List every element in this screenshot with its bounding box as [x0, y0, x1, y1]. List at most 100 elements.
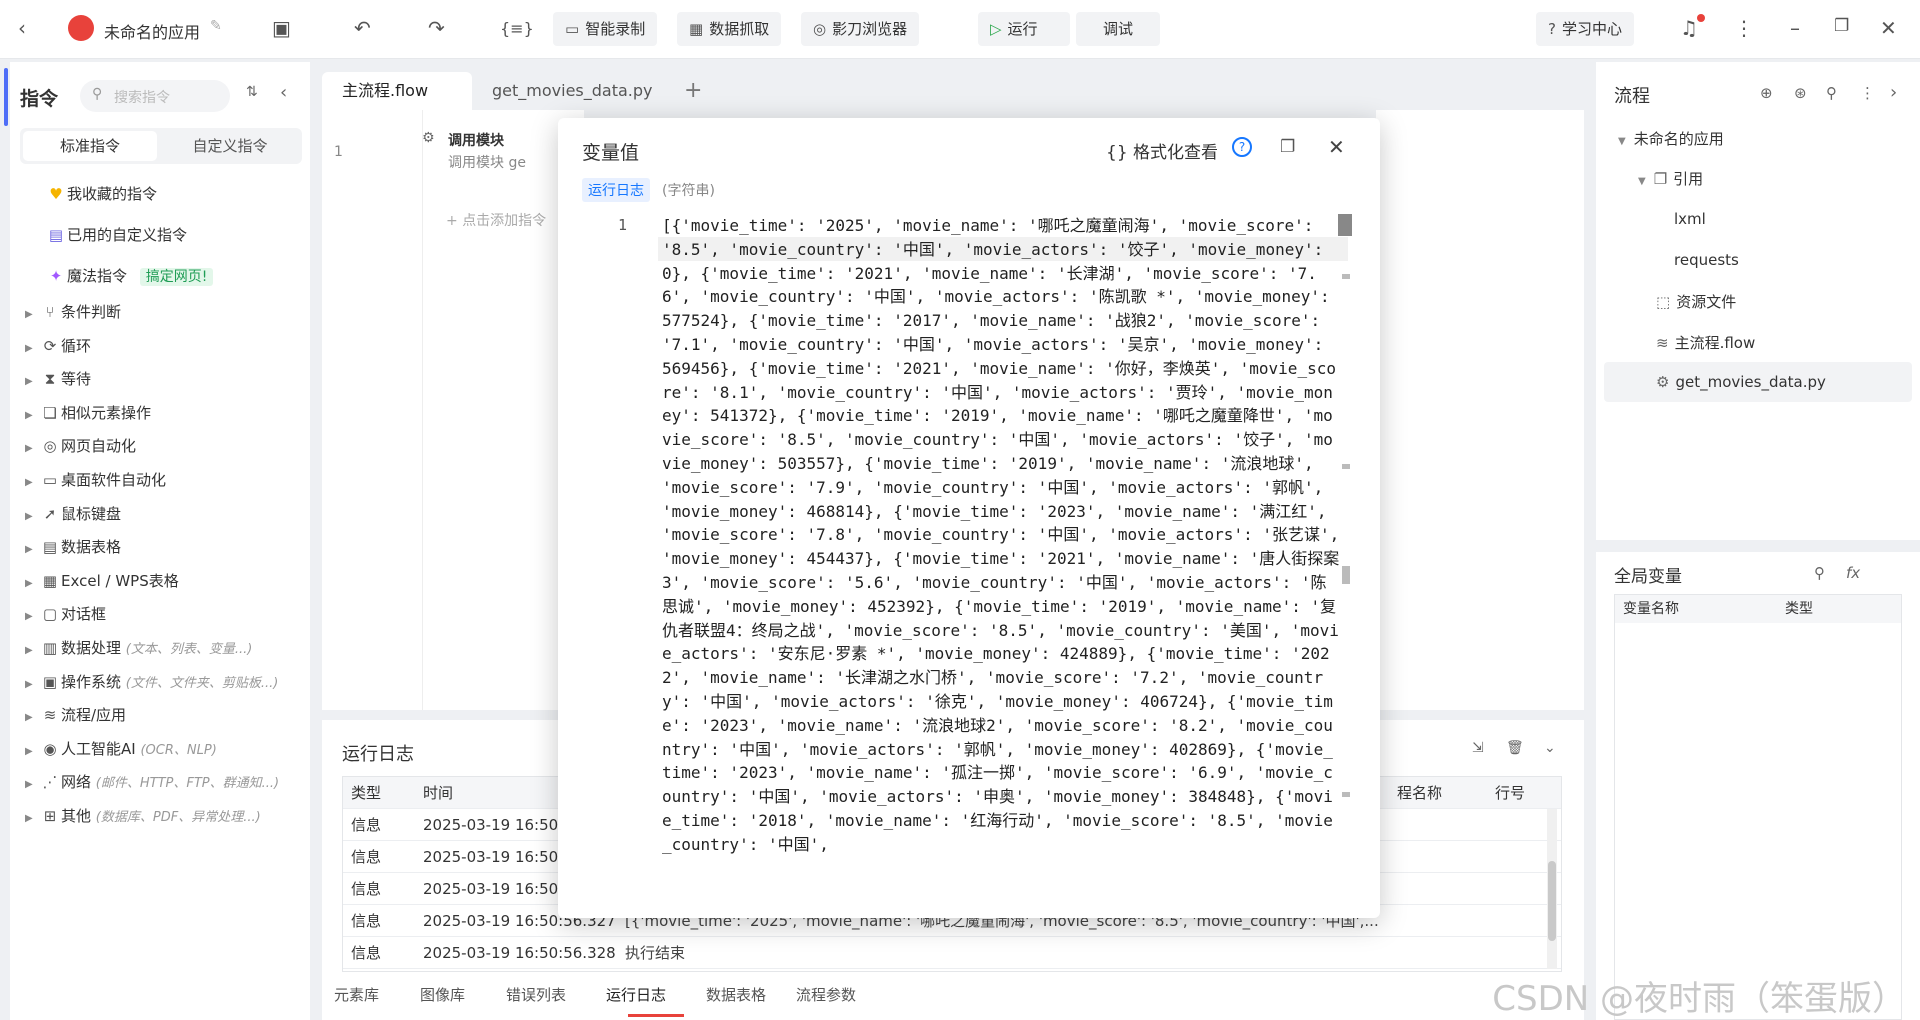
- minimize-icon[interactable]: –: [1790, 16, 1800, 40]
- add-module-icon[interactable]: ⊛: [1794, 84, 1807, 102]
- tab-py[interactable]: get_movies_data.py: [472, 72, 673, 110]
- tree-item[interactable]: ▶ ⋰ 网络 (邮件、HTTP、FTP、群通知...): [25, 770, 279, 794]
- format-view-button[interactable]: {} 格式化查看: [1106, 138, 1218, 163]
- function-icon[interactable]: fx: [1846, 564, 1860, 582]
- global-vars-title: 全局变量: [1614, 567, 1682, 587]
- add-tab-icon[interactable]: +: [684, 78, 702, 103]
- record-icon: ▭: [565, 20, 580, 38]
- bottom-tab[interactable]: 元素库: [334, 984, 379, 1005]
- line-number: 1: [334, 144, 343, 160]
- trash-icon[interactable]: 🗑: [1506, 740, 1524, 756]
- log-row[interactable]: 信息 2025-03-19 16:50:56.328 执行结束: [343, 937, 1561, 969]
- help-icon[interactable]: ?: [1232, 137, 1252, 157]
- magic-item[interactable]: ✦ 魔法指令 搞定网页!: [45, 264, 214, 288]
- data-capture-button[interactable]: ▦ 数据抓取: [677, 12, 782, 46]
- variable-value-dialog: 变量值 {} 格式化查看 ? ❐ ✕ 运行日志 (字符串) 1 [{'movie…: [558, 118, 1380, 918]
- tree-item[interactable]: ▶ ◉ 人工智能AI (OCR、NLP): [25, 737, 217, 761]
- watermark: CSDN @夜时雨（笨蛋版）: [1492, 979, 1906, 1019]
- tree-requests[interactable]: requests: [1674, 251, 1739, 269]
- tree-item[interactable]: ▶ ➚ 鼠标键盘: [25, 502, 121, 526]
- used-custom-item[interactable]: ▤ 已用的自定义指令: [45, 223, 187, 247]
- search-icon[interactable]: ⚲: [1826, 84, 1837, 102]
- debug-button[interactable]: 调试: [1076, 12, 1160, 46]
- tree-lxml[interactable]: lxml: [1674, 210, 1706, 228]
- chevron-right-icon: ▶: [25, 443, 33, 455]
- bottom-tab[interactable]: 图像库: [420, 984, 465, 1005]
- bottom-tab[interactable]: 错误列表: [506, 984, 566, 1005]
- tree-item[interactable]: ▶ ▦ Excel / WPS表格: [25, 569, 179, 593]
- smart-record-button[interactable]: ▭ 智能录制: [553, 12, 658, 46]
- close-window-icon[interactable]: ✕: [1880, 16, 1897, 40]
- similar-icon: ❏: [43, 403, 57, 422]
- learn-center-button[interactable]: ? 学习中心: [1536, 12, 1634, 46]
- bottom-tab[interactable]: 数据表格: [706, 984, 766, 1005]
- code-line-number: 1: [618, 216, 628, 234]
- tree-item[interactable]: ▶ ▤ 数据表格: [25, 535, 121, 559]
- collapse-icon[interactable]: ‹: [280, 82, 287, 103]
- tree-item[interactable]: ▶ ⑂ 条件判断: [25, 300, 121, 324]
- variable-value-text[interactable]: [{'movie_time': '2025', 'movie_name': '哪…: [662, 214, 1342, 857]
- tree-item[interactable]: ▶ ❏ 相似元素操作: [25, 401, 151, 425]
- tab-custom[interactable]: 自定义指令: [161, 131, 299, 161]
- chevron-right-icon: ▶: [25, 712, 33, 724]
- dialog-scrollbar[interactable]: [1338, 214, 1352, 797]
- tree-item[interactable]: ▶ ⧗ 等待: [25, 367, 91, 391]
- tree-item[interactable]: ▶ ▥ 数据处理 (文本、列表、变量...): [25, 636, 252, 660]
- log-scrollbar[interactable]: [1547, 809, 1557, 969]
- tree-app[interactable]: ▼ 未命名的应用: [1618, 128, 1724, 149]
- chevron-right-icon: ▶: [25, 577, 33, 589]
- tree-main-flow[interactable]: ≋ 主流程.flow: [1656, 332, 1755, 353]
- cursor-icon: ➚: [43, 504, 57, 523]
- sort-icon[interactable]: ⇅: [246, 84, 258, 100]
- help-icon: ?: [1548, 20, 1556, 38]
- bottom-tab[interactable]: 运行日志: [606, 984, 666, 1005]
- panel-resize-handle[interactable]: [4, 68, 8, 126]
- tree-py[interactable]: ⚙ get_movies_data.py: [1656, 373, 1826, 391]
- run-button[interactable]: ▷ 运行: [978, 12, 1070, 46]
- export-icon[interactable]: ⇲: [1472, 740, 1484, 756]
- undo-icon[interactable]: ↶: [354, 16, 371, 40]
- tree-item[interactable]: ▶ ⟳ 循环: [25, 334, 91, 358]
- tree-item[interactable]: ▶ ◎ 网页自动化: [25, 434, 136, 458]
- tree-item[interactable]: ▶ ▣ 操作系统 (文件、文件夹、剪贴板...): [25, 670, 278, 694]
- chevron-down-icon[interactable]: ⌄: [1544, 740, 1556, 756]
- favorites-item[interactable]: ♥ 我收藏的指令: [45, 182, 157, 206]
- more-icon[interactable]: ⋮: [1860, 84, 1875, 102]
- tree-ref[interactable]: ▼ ❐ 引用: [1638, 168, 1703, 189]
- add-flow-icon[interactable]: ⊕: [1760, 84, 1773, 102]
- tree-resources[interactable]: ⬚ 资源文件: [1656, 291, 1736, 312]
- chevron-right-icon: ▶: [25, 409, 33, 421]
- browser-button[interactable]: ◎ 影刀浏览器: [801, 12, 920, 46]
- flow-title: 流程: [1614, 86, 1650, 107]
- tab-standard[interactable]: 标准指令: [23, 131, 157, 161]
- collapse-right-icon[interactable]: ›: [1890, 82, 1897, 103]
- close-icon[interactable]: ✕: [1328, 135, 1345, 159]
- edit-icon[interactable]: ✎: [210, 18, 222, 34]
- redo-icon[interactable]: ↷: [428, 16, 445, 40]
- tab-main-flow[interactable]: 主流程.flow: [322, 72, 472, 110]
- tree-item[interactable]: ▶ ⊞ 其他 (数据库、PDF、异常处理...): [25, 804, 261, 828]
- tree-item[interactable]: ▶ ≋ 流程/应用: [25, 703, 126, 727]
- data-icon: ▥: [42, 639, 58, 657]
- more-icon[interactable]: ⋮: [1734, 16, 1754, 40]
- add-instruction-hint[interactable]: + 点击添加指令: [446, 210, 546, 230]
- bottom-tab[interactable]: 流程参数: [796, 984, 856, 1005]
- module-icon: ⚙: [1656, 373, 1670, 391]
- bell-icon[interactable]: ♫: [1680, 16, 1698, 40]
- save-icon[interactable]: ▣: [272, 16, 291, 40]
- panel-divider[interactable]: [1596, 540, 1920, 552]
- code-icon[interactable]: {≡}: [500, 19, 534, 38]
- os-icon: ▣: [42, 672, 58, 691]
- module-icon: ⚙: [422, 130, 435, 146]
- search-icon[interactable]: ⚲: [1814, 564, 1825, 582]
- tree-item[interactable]: ▶ ▢ 对话框: [25, 602, 106, 626]
- loop-icon: ⟳: [43, 336, 57, 355]
- sheet-icon: ▤: [42, 538, 58, 557]
- back-icon[interactable]: ‹: [18, 16, 26, 40]
- restore-icon[interactable]: ❐: [1834, 16, 1849, 36]
- instructions-panel: 指令 ⚲ 搜索指令 ⇅ ‹ 标准指令 自定义指令 ♥ 我收藏的指令 ▤ 已用的自定义…: [4, 62, 310, 1020]
- search-input[interactable]: ⚲ 搜索指令: [80, 80, 230, 112]
- tree-item[interactable]: ▶ ▭ 桌面软件自动化: [25, 468, 166, 492]
- copy-icon[interactable]: ❐: [1280, 137, 1295, 157]
- app-title[interactable]: 未命名的应用: [104, 19, 200, 43]
